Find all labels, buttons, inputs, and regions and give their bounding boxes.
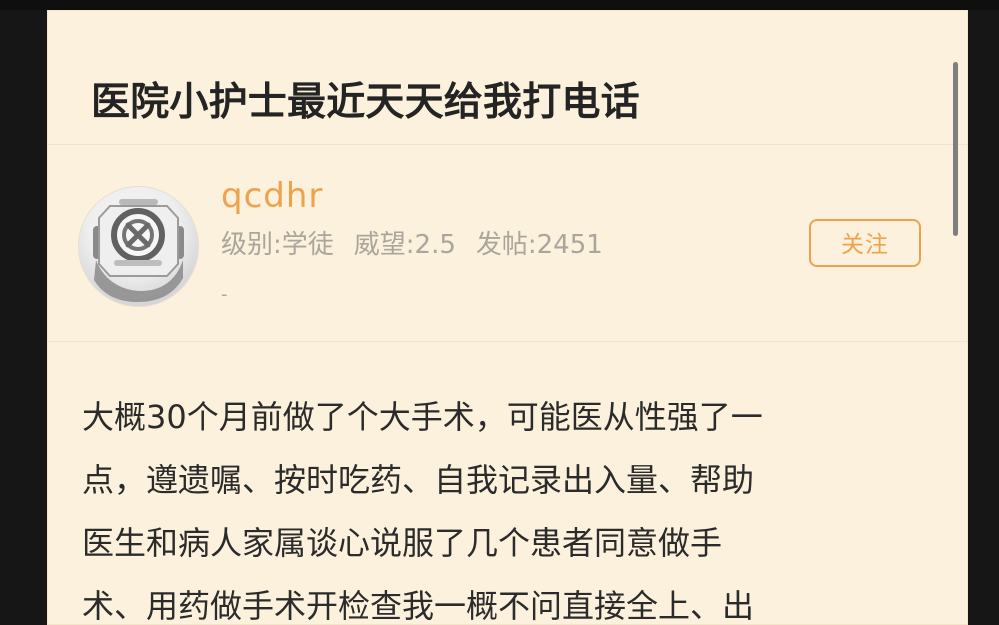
author-name[interactable]: qcdhr (221, 175, 323, 217)
post-title: 医院小护士最近天天给我打电话 (91, 80, 640, 126)
post-body-line: 点，遵遗嘱、按时吃药、自我记录出入量、帮助 (82, 461, 755, 499)
right-dark-edge (968, 10, 999, 625)
follow-button[interactable]: 关注 (809, 219, 921, 267)
left-dark-edge (0, 10, 47, 625)
post-body-line: 大概30个月前做了个大手术，可能医从性强了一 (82, 398, 763, 436)
author-meta: 级别:学徒 威望:2.5 发帖:2451 (221, 228, 741, 262)
author-prestige: 威望:2.5 (353, 230, 456, 260)
author-divider (47, 341, 968, 342)
vertical-scrollbar[interactable] (953, 62, 958, 236)
author-post-count: 发帖:2451 (475, 230, 603, 260)
post-body: 大概30个月前做了个大手术，可能医从性强了一 点，遵遗嘱、按时吃药、自我记录出入… (82, 386, 942, 625)
post-body-line: 医生和病人家属谈心说服了几个患者同意做手 (82, 524, 723, 562)
author-avatar[interactable] (79, 187, 198, 306)
post-screen: 医院小护士最近天天给我打电话 qcdhr 级别:学徒 威望:2.5 发帖:245… (0, 0, 999, 625)
forum-post-card: 医院小护士最近天天给我打电话 qcdhr 级别:学徒 威望:2.5 发帖:245… (47, 10, 968, 625)
top-status-area (0, 0, 999, 10)
author-info-row: qcdhr 级别:学徒 威望:2.5 发帖:2451 - 关注 (47, 145, 968, 341)
author-level: 级别:学徒 (221, 230, 334, 260)
author-signature: - (221, 284, 228, 305)
post-body-line: 术、用药做手术开检查我一概不问直接全上、出 (82, 587, 755, 625)
diving-helmet-avatar-icon (93, 199, 184, 302)
